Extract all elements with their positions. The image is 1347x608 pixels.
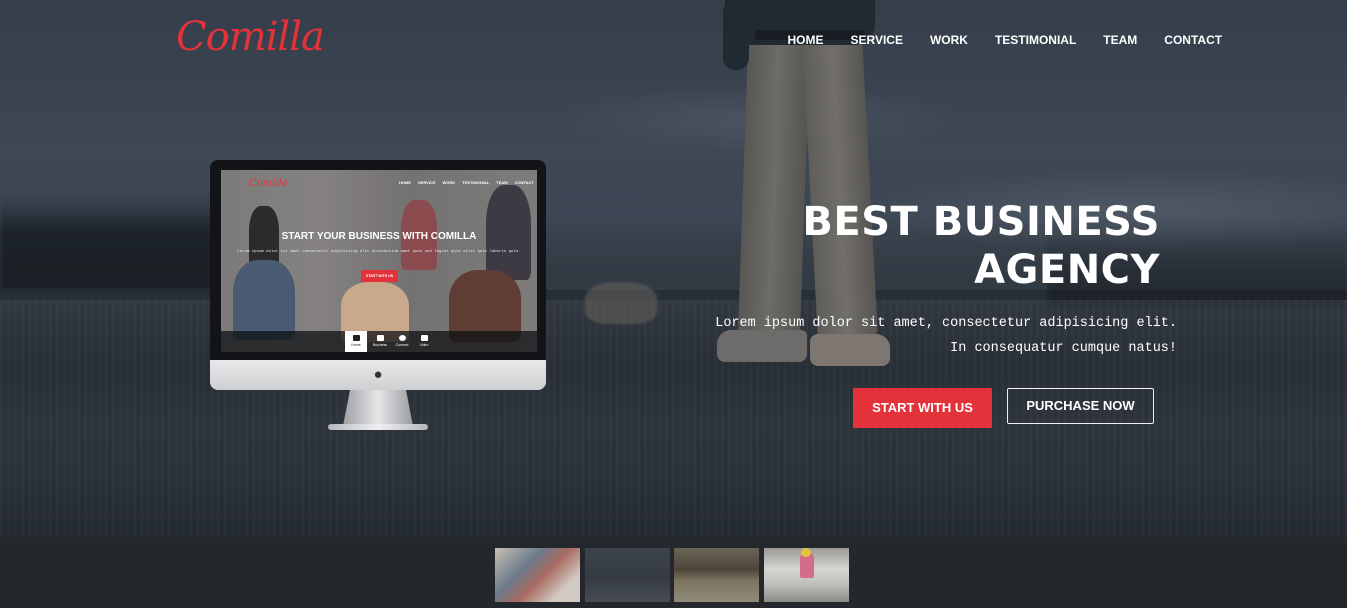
- mini-tab-label: Video: [419, 343, 429, 347]
- thumb-girl-on-rock[interactable]: [764, 548, 849, 602]
- mini-nav-item: SERVICE: [418, 180, 436, 185]
- mini-tab-label: Home: [351, 343, 361, 347]
- mini-start-button: START WITH US: [361, 270, 398, 282]
- mini-nav-item: HOME: [399, 180, 411, 185]
- mini-nav-item: TESTIMONIAL: [462, 180, 490, 185]
- mini-nav-item: CONTACT: [514, 180, 534, 185]
- nav-contact[interactable]: CONTACT: [1151, 33, 1236, 47]
- monitor-mockup: Comilla HOME SERVICE WORK TESTIMONIAL TE…: [210, 160, 546, 432]
- hero-title: BEST BUSINESS AGENCY: [802, 198, 1160, 294]
- mini-tabs: Home Business Connect Video: [221, 331, 537, 352]
- briefcase-icon: [376, 335, 384, 341]
- mini-person: [233, 260, 295, 340]
- hero-subtitle: Lorem ipsum dolor sit amet, consectetur …: [715, 316, 1177, 356]
- slider-thumbnail-strip: [0, 537, 1347, 608]
- mini-nav-item: WORK: [442, 180, 456, 185]
- hero-title-line1: BEST BUSINESS: [802, 199, 1160, 245]
- thumb-walker-landscape[interactable]: [585, 548, 670, 602]
- mini-nav: HOME SERVICE WORK TESTIMONIAL TEAM CONTA…: [399, 180, 534, 185]
- nav-home[interactable]: HOME: [774, 33, 837, 47]
- home-icon: [352, 335, 360, 341]
- nav-service[interactable]: SERVICE: [837, 33, 916, 47]
- site-logo[interactable]: Comilla: [176, 14, 325, 60]
- mini-people-photo: [221, 170, 537, 352]
- mini-tab-business: Business: [369, 331, 391, 352]
- monitor-stand: [343, 390, 413, 426]
- globe-icon: [398, 335, 406, 341]
- monitor-screen: Comilla HOME SERVICE WORK TESTIMONIAL TE…: [221, 170, 537, 352]
- mini-tab-label: Connect: [395, 343, 409, 347]
- nav-work[interactable]: WORK: [916, 33, 981, 47]
- main-nav: HOME SERVICE WORK TESTIMONIAL TEAM CONTA…: [774, 33, 1236, 47]
- mini-nav-item: TEAM: [496, 180, 508, 185]
- apple-icon: ●: [373, 366, 383, 383]
- mini-hero-text: Lorem ipsum dolor sit amet consectetur a…: [237, 250, 521, 254]
- mini-tab-home: Home: [345, 331, 367, 352]
- video-icon: [420, 335, 428, 341]
- mini-tab-video: Video: [413, 331, 435, 352]
- thumb-figure-head: [801, 548, 811, 557]
- nav-testimonial[interactable]: TESTIMONIAL: [981, 33, 1089, 47]
- start-with-us-button[interactable]: START WITH US: [853, 388, 992, 428]
- mini-tab-connect: Connect: [391, 331, 413, 352]
- monitor-base: [328, 424, 428, 430]
- thumb-street-scene[interactable]: [674, 548, 759, 602]
- nav-team[interactable]: TEAM: [1090, 33, 1151, 47]
- mini-logo: Comilla: [249, 178, 288, 189]
- thumb-team-meeting[interactable]: [495, 548, 580, 602]
- mini-hero-title: START YOUR BUSINESS WITH COMILLA: [281, 231, 477, 242]
- purchase-now-button[interactable]: PURCHASE NOW: [1007, 388, 1154, 424]
- mini-tab-label: Business: [372, 343, 388, 347]
- hero-title-line2: AGENCY: [974, 247, 1160, 293]
